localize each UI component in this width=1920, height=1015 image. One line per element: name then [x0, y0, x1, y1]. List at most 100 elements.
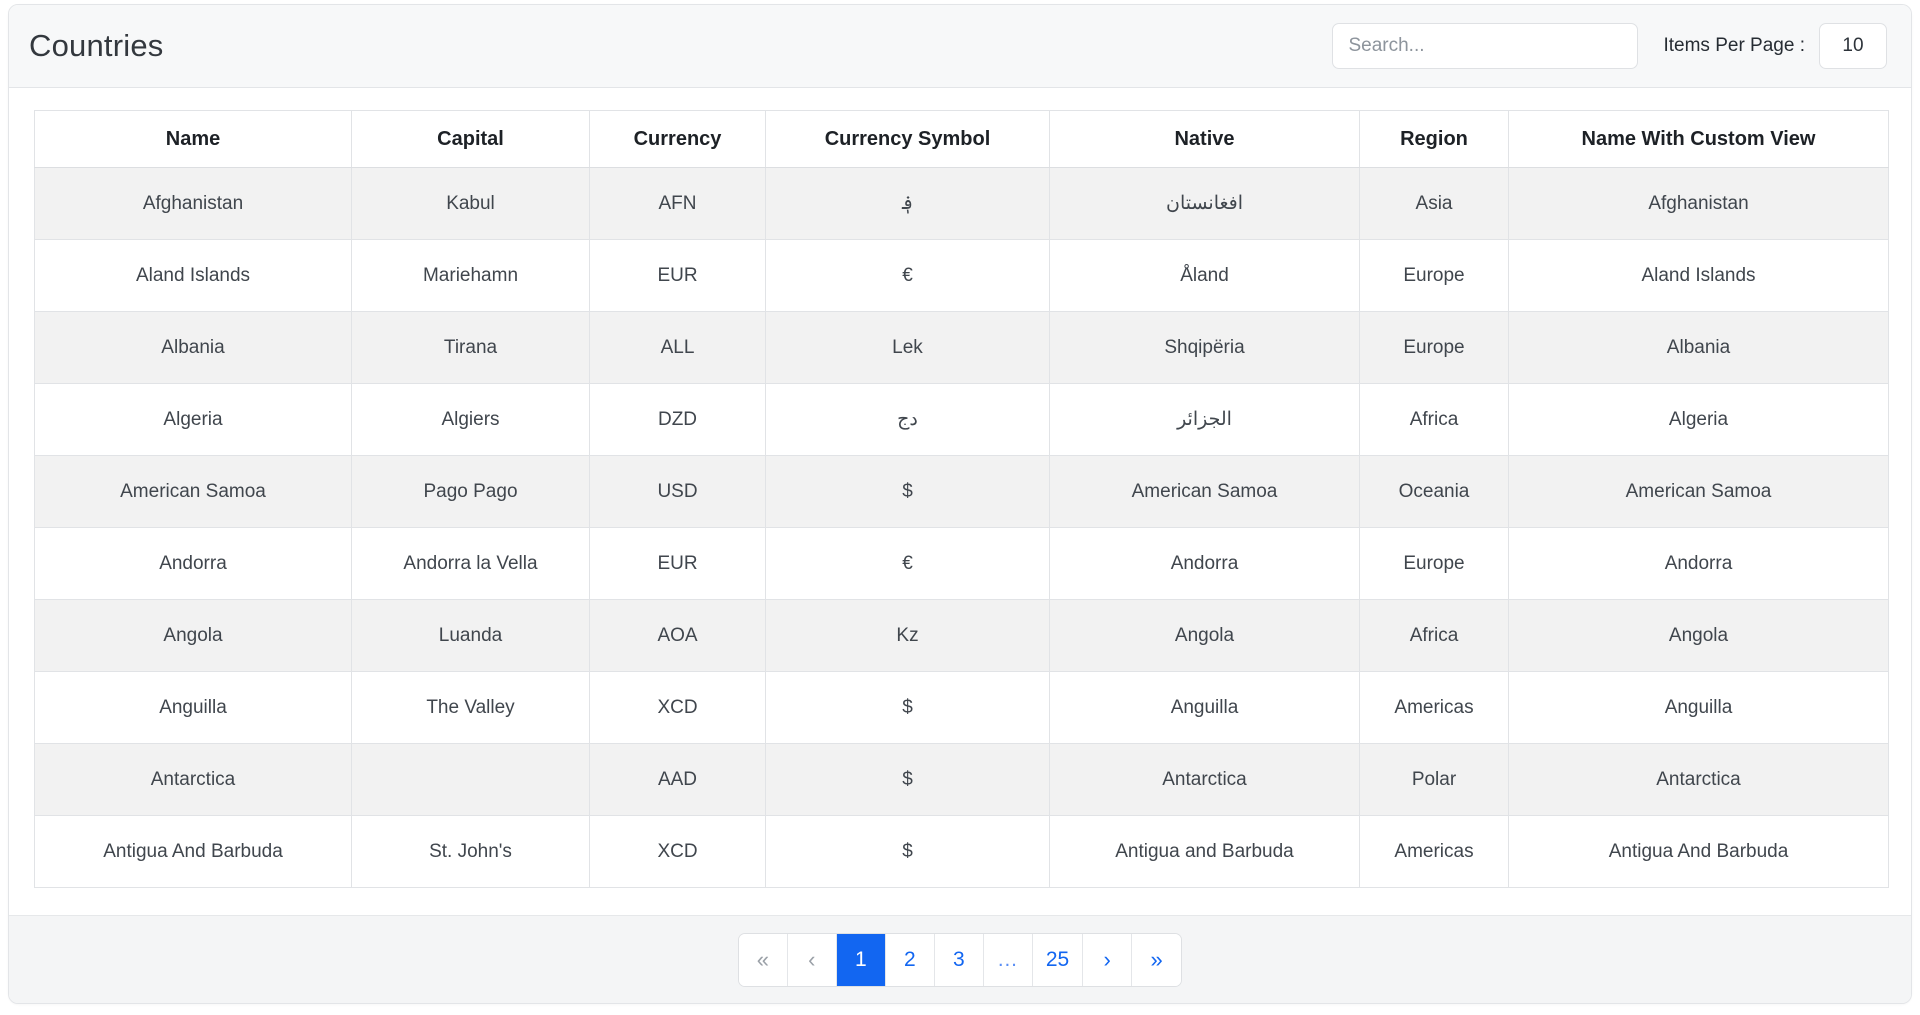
pagination-ellipsis: …: [984, 934, 1033, 986]
native-name-cell: الجزائر: [1050, 384, 1360, 456]
currency-cell: XCD: [590, 816, 766, 888]
name-custom-view-cell: Angola: [1509, 600, 1889, 672]
currency-cell: ALL: [590, 312, 766, 384]
pagination-prev-button[interactable]: ‹: [788, 934, 837, 986]
table-region: Name Capital Currency Currency Symbol Na…: [9, 88, 1911, 888]
table-row[interactable]: American SamoaPago PagoUSD$American Samo…: [35, 456, 1889, 528]
items-per-page-input[interactable]: [1819, 23, 1887, 69]
country-name-cell: Albania: [35, 312, 352, 384]
currency-symbol-cell: $: [766, 456, 1050, 528]
pagination-next-button[interactable]: ›: [1083, 934, 1132, 986]
country-name-cell: American Samoa: [35, 456, 352, 528]
country-name-cell: Andorra: [35, 528, 352, 600]
pagination-last-button[interactable]: »: [1132, 934, 1181, 986]
region-cell: Americas: [1360, 816, 1509, 888]
capital-cell: The Valley: [352, 672, 590, 744]
header-tools: Items Per Page :: [1332, 5, 1901, 87]
currency-cell: EUR: [590, 528, 766, 600]
currency-cell: XCD: [590, 672, 766, 744]
currency-cell: AOA: [590, 600, 766, 672]
capital-cell: Pago Pago: [352, 456, 590, 528]
currency-symbol-cell: $: [766, 744, 1050, 816]
currency-symbol-cell: Kz: [766, 600, 1050, 672]
region-cell: Americas: [1360, 672, 1509, 744]
capital-cell: Algiers: [352, 384, 590, 456]
column-header-name[interactable]: Name: [35, 111, 352, 168]
native-name-cell: Shqipëria: [1050, 312, 1360, 384]
name-custom-view-cell: Albania: [1509, 312, 1889, 384]
country-name-cell: Angola: [35, 600, 352, 672]
currency-symbol-cell: $: [766, 816, 1050, 888]
card-header: Countries Items Per Page :: [9, 5, 1911, 88]
capital-cell: Mariehamn: [352, 240, 590, 312]
name-custom-view-cell: Antarctica: [1509, 744, 1889, 816]
currency-cell: AAD: [590, 744, 766, 816]
column-header-region[interactable]: Region: [1360, 111, 1509, 168]
column-header-capital[interactable]: Capital: [352, 111, 590, 168]
currency-symbol-cell: €: [766, 240, 1050, 312]
table-row[interactable]: AlgeriaAlgiersDZDدجالجزائرAfricaAlgeria: [35, 384, 1889, 456]
native-name-cell: افغانستان: [1050, 168, 1360, 240]
table-header: Name Capital Currency Currency Symbol Na…: [35, 111, 1889, 168]
native-name-cell: American Samoa: [1050, 456, 1360, 528]
country-name-cell: Algeria: [35, 384, 352, 456]
column-header-native[interactable]: Native: [1050, 111, 1360, 168]
table-header-row: Name Capital Currency Currency Symbol Na…: [35, 111, 1889, 168]
pagination: «‹123…25›»: [738, 933, 1182, 987]
table-row[interactable]: AfghanistanKabulAFN؋افغانستانAsiaAfghani…: [35, 168, 1889, 240]
region-cell: Asia: [1360, 168, 1509, 240]
capital-cell: Tirana: [352, 312, 590, 384]
column-header-currency-symbol[interactable]: Currency Symbol: [766, 111, 1050, 168]
name-custom-view-cell: Aland Islands: [1509, 240, 1889, 312]
table-row[interactable]: AnguillaThe ValleyXCD$AnguillaAmericasAn…: [35, 672, 1889, 744]
currency-cell: AFN: [590, 168, 766, 240]
region-cell: Europe: [1360, 240, 1509, 312]
currency-symbol-cell: $: [766, 672, 1050, 744]
card-footer: «‹123…25›»: [9, 915, 1911, 1003]
currency-symbol-cell: ؋: [766, 168, 1050, 240]
native-name-cell: Antarctica: [1050, 744, 1360, 816]
page-title: Countries: [29, 23, 163, 69]
name-custom-view-cell: Algeria: [1509, 384, 1889, 456]
region-cell: Oceania: [1360, 456, 1509, 528]
region-cell: Polar: [1360, 744, 1509, 816]
country-name-cell: Aland Islands: [35, 240, 352, 312]
search-input[interactable]: [1332, 23, 1638, 69]
country-name-cell: Antarctica: [35, 744, 352, 816]
table-row[interactable]: AlbaniaTiranaALLLekShqipëriaEuropeAlbani…: [35, 312, 1889, 384]
native-name-cell: Åland: [1050, 240, 1360, 312]
pagination-page-2[interactable]: 2: [886, 934, 935, 986]
pagination-page-1[interactable]: 1: [837, 934, 886, 986]
native-name-cell: Andorra: [1050, 528, 1360, 600]
items-per-page-label: Items Per Page :: [1663, 35, 1805, 57]
column-header-name-custom-view[interactable]: Name With Custom View: [1509, 111, 1889, 168]
capital-cell: Andorra la Vella: [352, 528, 590, 600]
native-name-cell: Angola: [1050, 600, 1360, 672]
table-row[interactable]: AntarcticaAAD$AntarcticaPolarAntarctica: [35, 744, 1889, 816]
region-cell: Europe: [1360, 312, 1509, 384]
capital-cell: Kabul: [352, 168, 590, 240]
capital-cell: Luanda: [352, 600, 590, 672]
name-custom-view-cell: Antigua And Barbuda: [1509, 816, 1889, 888]
currency-cell: DZD: [590, 384, 766, 456]
countries-card: Countries Items Per Page : Name: [8, 4, 1912, 1004]
country-name-cell: Antigua And Barbuda: [35, 816, 352, 888]
table-row[interactable]: AndorraAndorra la VellaEUR€AndorraEurope…: [35, 528, 1889, 600]
table-row[interactable]: Antigua And BarbudaSt. John'sXCD$Antigua…: [35, 816, 1889, 888]
currency-cell: USD: [590, 456, 766, 528]
pagination-page-3[interactable]: 3: [935, 934, 984, 986]
items-per-page-control: Items Per Page :: [1663, 23, 1887, 69]
table-row[interactable]: AngolaLuandaAOAKzAngolaAfricaAngola: [35, 600, 1889, 672]
column-header-currency[interactable]: Currency: [590, 111, 766, 168]
name-custom-view-cell: Anguilla: [1509, 672, 1889, 744]
currency-symbol-cell: دج: [766, 384, 1050, 456]
pagination-page-25[interactable]: 25: [1033, 934, 1083, 986]
name-custom-view-cell: American Samoa: [1509, 456, 1889, 528]
currency-symbol-cell: Lek: [766, 312, 1050, 384]
table-row[interactable]: Aland IslandsMariehamnEUR€ÅlandEuropeAla…: [35, 240, 1889, 312]
table-body: AfghanistanKabulAFN؋افغانستانAsiaAfghani…: [35, 168, 1889, 888]
pagination-first-button[interactable]: «: [739, 934, 788, 986]
countries-table: Name Capital Currency Currency Symbol Na…: [34, 110, 1889, 888]
native-name-cell: Anguilla: [1050, 672, 1360, 744]
currency-cell: EUR: [590, 240, 766, 312]
